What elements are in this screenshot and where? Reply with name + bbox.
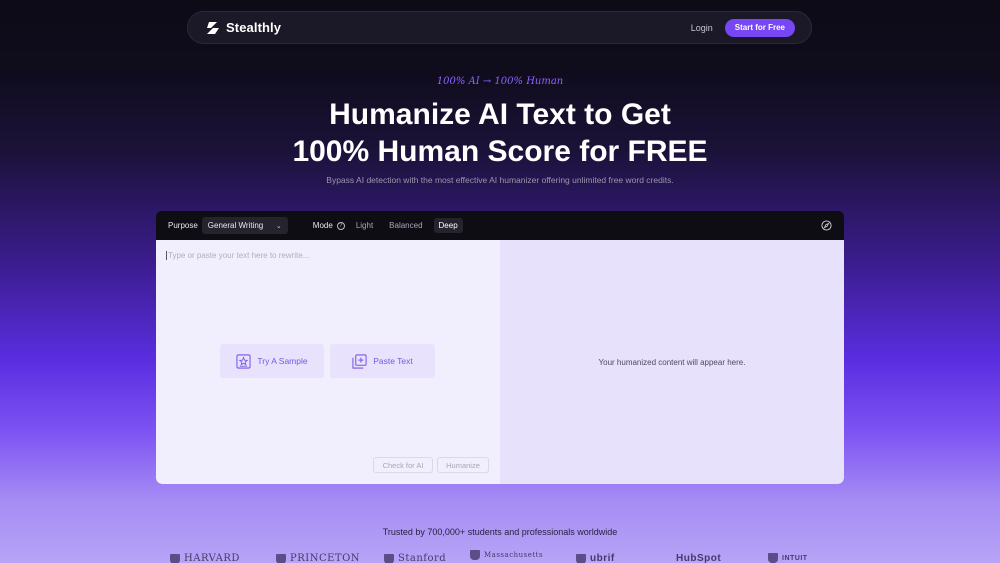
mode-balanced-option[interactable]: Balanced	[384, 218, 427, 233]
sample-star-icon	[236, 353, 251, 369]
hero-subtitle: Bypass AI detection with the most effect…	[326, 175, 674, 185]
mode-light-option[interactable]: Light	[351, 218, 378, 233]
input-pane[interactable]: Type or paste your text here to rewrite.…	[156, 240, 500, 484]
princeton-shield-icon	[276, 553, 286, 563]
harvard-logo: HARVARD	[170, 553, 240, 563]
start-for-free-button[interactable]: Start for Free	[724, 18, 795, 37]
mit-logo: Massachusetts	[470, 550, 543, 560]
mode-label: Mode	[312, 221, 333, 230]
institution-logos: HARVARD PRINCETON Stanford Massachusetts…	[0, 550, 1000, 563]
top-navbar: Stealthly Login Start for Free	[187, 11, 812, 44]
brand-name: Stealthly	[226, 20, 282, 35]
hero-tagline: 100% AI → 100% Human	[436, 76, 564, 87]
purpose-select[interactable]: General Writing ⌄	[201, 217, 288, 234]
princeton-logo: PRINCETON	[276, 553, 360, 563]
hubspot-logo: HubSpot	[676, 553, 722, 563]
ubrif-icon	[576, 553, 586, 563]
paste-text-button[interactable]: Paste Text	[330, 344, 435, 378]
stanford-tree-icon	[384, 553, 394, 563]
tool-toolbar: Purpose General Writing ⌄ Mode ? Light B…	[156, 211, 844, 240]
intuit-icon	[768, 553, 778, 563]
title-line-1: Humanize AI Text to Get	[329, 98, 671, 131]
purpose-label: Purpose	[168, 221, 198, 230]
mode-deep-option[interactable]: Deep	[433, 218, 463, 233]
output-pane: Your humanized content will appear here.	[500, 240, 844, 484]
purpose-value: General Writing	[207, 221, 264, 230]
trusted-by-text: Trusted by 700,000+ students and profess…	[382, 527, 618, 537]
harvard-shield-icon	[170, 553, 180, 563]
paste-plus-icon	[352, 353, 367, 369]
try-sample-label: Try A Sample	[257, 356, 308, 366]
help-icon[interactable]: ?	[336, 221, 345, 230]
stealthly-logo-icon	[207, 21, 219, 34]
title-line-2: 100% Human Score for FREE	[292, 135, 708, 168]
mode-selector: Mode ? Light Balanced Deep	[313, 218, 463, 233]
intuit-logo: INTUIT	[768, 553, 808, 563]
paste-text-label: Paste Text	[373, 356, 413, 366]
check-for-ai-button[interactable]: Check for AI	[373, 457, 433, 473]
humanizer-tool: Purpose General Writing ⌄ Mode ? Light B…	[156, 211, 844, 484]
stanford-logo: Stanford	[384, 553, 446, 563]
output-placeholder: Your humanized content will appear here.	[598, 357, 746, 367]
input-placeholder: Type or paste your text here to rewrite.…	[168, 251, 310, 260]
brand-logo[interactable]: Stealthly	[206, 20, 281, 35]
mit-icon	[470, 550, 480, 560]
compass-icon[interactable]	[821, 220, 832, 231]
page-title: Humanize AI Text to Get 100% Human Score…	[0, 96, 1000, 170]
text-input-area[interactable]: Type or paste your text here to rewrite.…	[166, 251, 310, 261]
try-sample-button[interactable]: Try A Sample	[220, 344, 324, 378]
login-link[interactable]: Login	[691, 23, 713, 33]
chevron-down-icon: ⌄	[275, 222, 282, 230]
ubrif-logo: ubrif	[576, 553, 615, 563]
humanize-button[interactable]: Humanize	[437, 457, 489, 473]
